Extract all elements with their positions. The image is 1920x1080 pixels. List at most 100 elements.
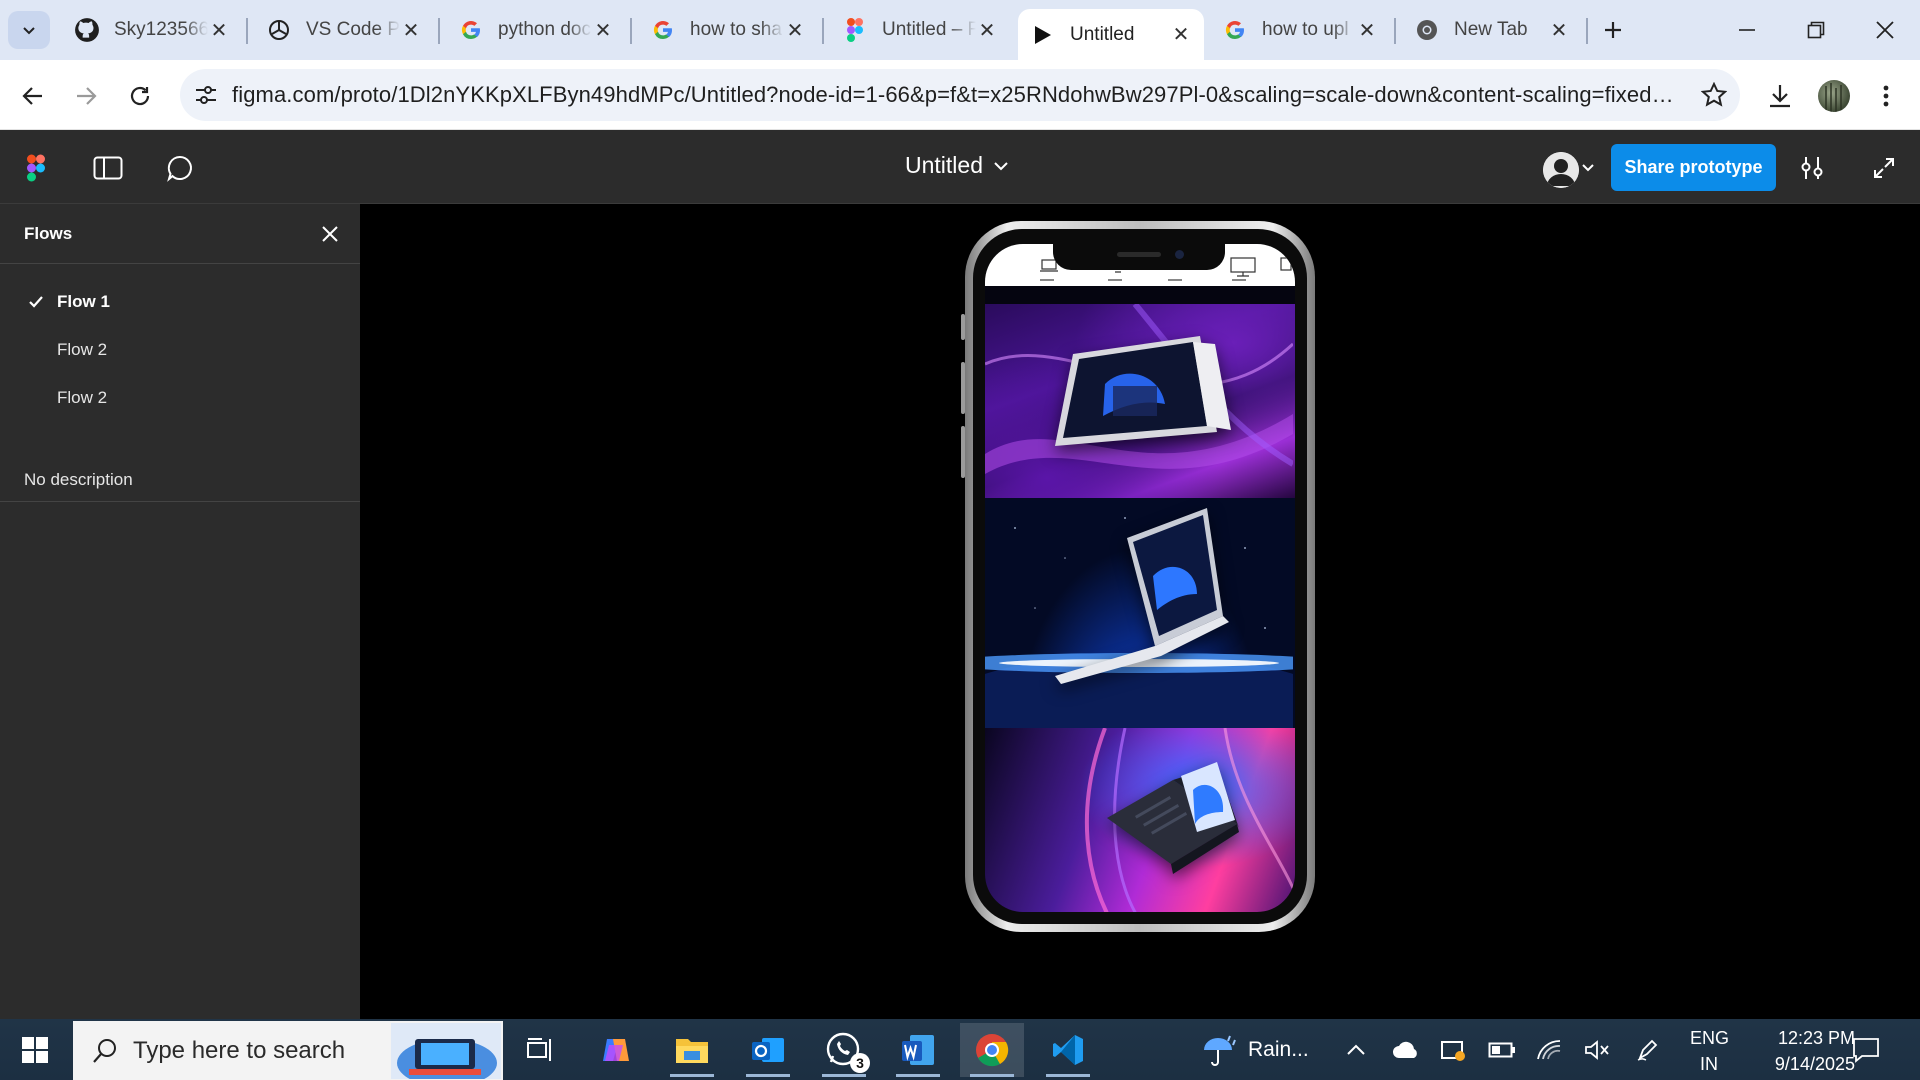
browser-tab[interactable]: Sky123566 ✕ xyxy=(62,9,242,51)
copilot-app[interactable] xyxy=(584,1023,648,1077)
minimize-icon xyxy=(1739,29,1755,31)
laptop-banner-1[interactable] xyxy=(985,304,1295,498)
fullscreen-button[interactable] xyxy=(1864,148,1904,188)
browser-tab[interactable]: how to upl ✕ xyxy=(1210,9,1390,51)
laptop-banner-2[interactable] xyxy=(985,498,1295,728)
battery-icon[interactable] xyxy=(1488,1019,1516,1080)
browser-tab[interactable]: python doc ✕ xyxy=(446,9,626,51)
close-icon[interactable]: ✕ xyxy=(1170,24,1192,46)
site-settings-icon[interactable] xyxy=(180,69,232,121)
notification-badge: 3 xyxy=(850,1053,870,1073)
laptop-banner-3[interactable] xyxy=(985,728,1295,912)
notifications-button[interactable] xyxy=(1852,1019,1880,1080)
checkmark-icon xyxy=(0,295,57,309)
back-button[interactable] xyxy=(13,76,53,116)
new-tab-button[interactable] xyxy=(1586,8,1640,52)
expand-icon xyxy=(1874,158,1894,178)
tab-separator xyxy=(246,18,248,44)
file-title-menu[interactable]: Untitled xyxy=(905,152,1009,179)
start-button[interactable] xyxy=(0,1019,70,1080)
flow-item-3[interactable]: Flow 2 xyxy=(0,374,360,422)
restore-button[interactable] xyxy=(1789,8,1843,52)
browser-tab[interactable]: how to sha ✕ xyxy=(638,9,818,51)
figma-icon xyxy=(842,17,868,43)
tab-title: Untitled xyxy=(1070,23,1135,45)
close-icon xyxy=(322,226,338,242)
wifi-icon[interactable] xyxy=(1536,1019,1562,1080)
security-icon[interactable] xyxy=(1440,1019,1466,1080)
close-icon[interactable]: ✕ xyxy=(1356,19,1378,42)
close-window-button[interactable] xyxy=(1858,8,1912,52)
downloads-button[interactable] xyxy=(1760,76,1800,116)
tab-title: how to upl xyxy=(1262,19,1349,40)
user-menu-chevron[interactable] xyxy=(1578,148,1598,188)
flows-panel-header: Flows xyxy=(0,204,360,264)
tab-title: python doc xyxy=(498,19,591,40)
chrome-app[interactable] xyxy=(960,1023,1024,1077)
close-icon[interactable]: ✕ xyxy=(208,19,230,42)
word-app[interactable] xyxy=(886,1023,950,1077)
user-avatar[interactable] xyxy=(1543,152,1579,188)
chevron-down-icon xyxy=(994,161,1008,170)
share-prototype-button[interactable]: Share prototype xyxy=(1611,144,1776,191)
more-vert-icon xyxy=(1883,85,1889,107)
volume-muted-icon[interactable] xyxy=(1584,1019,1610,1080)
language-indicator[interactable]: ENG IN xyxy=(1690,1025,1729,1077)
browser-tab[interactable]: New Tab ✕ xyxy=(1402,9,1582,51)
comment-icon xyxy=(167,155,192,182)
whatsapp-app[interactable]: 3 xyxy=(812,1023,876,1077)
tab-separator xyxy=(822,18,824,44)
figma-logo-icon[interactable] xyxy=(16,148,56,188)
laptop-image xyxy=(985,304,1295,474)
chevron-down-icon xyxy=(1582,164,1594,172)
tab-separator xyxy=(630,18,632,44)
close-icon xyxy=(1876,21,1894,39)
openai-icon xyxy=(266,17,292,43)
windows-taskbar: Type here to search 3 Rain... ENG IN 12:… xyxy=(0,1019,1920,1080)
reload-button[interactable] xyxy=(120,76,160,116)
close-flows-button[interactable] xyxy=(316,220,344,248)
close-icon[interactable]: ✕ xyxy=(976,19,998,42)
prototype-settings-button[interactable] xyxy=(1792,148,1832,188)
tab-title: Untitled – F xyxy=(882,19,976,40)
close-icon[interactable]: ✕ xyxy=(784,19,806,42)
folder-icon xyxy=(676,1039,708,1063)
word-icon xyxy=(902,1035,934,1065)
forward-button[interactable] xyxy=(66,76,106,116)
close-icon[interactable]: ✕ xyxy=(400,19,422,42)
clock-time: 12:23 PM xyxy=(1777,1028,1855,1048)
prototype-screen[interactable] xyxy=(985,244,1295,912)
google-icon xyxy=(458,17,484,43)
tab-separator xyxy=(438,18,440,44)
browser-tab[interactable]: VS Code Pro ✕ xyxy=(254,9,434,51)
file-explorer-app[interactable] xyxy=(660,1023,724,1077)
chevron-up-icon xyxy=(1347,1044,1365,1055)
flow-item-2[interactable]: Flow 2 xyxy=(0,326,360,374)
toggle-sidebar-button[interactable] xyxy=(88,148,128,188)
browser-toolbar: figma.com/proto/1Dl2nYKKpXLFByn49hdMPc/U… xyxy=(0,60,1920,130)
taskbar-search-box[interactable]: Type here to search xyxy=(73,1021,503,1080)
outlook-app[interactable] xyxy=(736,1023,800,1077)
comments-button[interactable] xyxy=(160,148,200,188)
address-bar[interactable]: figma.com/proto/1Dl2nYKKpXLFByn49hdMPc/U… xyxy=(180,69,1740,121)
tab-search-button[interactable] xyxy=(8,11,50,49)
bookmark-star-icon[interactable] xyxy=(1688,69,1740,121)
file-title: Untitled xyxy=(905,152,983,178)
close-icon[interactable]: ✕ xyxy=(592,19,614,42)
browser-tab[interactable]: Untitled – F ✕ xyxy=(830,9,1010,51)
pen-icon[interactable] xyxy=(1636,1019,1660,1080)
close-icon[interactable]: ✕ xyxy=(1548,19,1570,42)
show-hidden-icons-button[interactable] xyxy=(1346,1019,1366,1080)
task-view-button[interactable] xyxy=(508,1023,572,1077)
clock[interactable]: 12:23 PM 9/14/2025 xyxy=(1735,1025,1855,1077)
browser-tab-active[interactable]: Untitled ✕ xyxy=(1018,9,1204,60)
flow-item-1[interactable]: Flow 1 xyxy=(0,278,360,326)
vscode-app[interactable] xyxy=(1036,1023,1100,1077)
onedrive-icon[interactable] xyxy=(1392,1019,1420,1080)
browser-menu-button[interactable] xyxy=(1866,76,1906,116)
weather-widget[interactable]: Rain... xyxy=(1200,1019,1309,1080)
tab-separator xyxy=(1394,18,1396,44)
minimize-button[interactable] xyxy=(1720,8,1774,52)
notification-icon xyxy=(1853,1037,1879,1063)
profile-avatar[interactable] xyxy=(1818,80,1850,112)
